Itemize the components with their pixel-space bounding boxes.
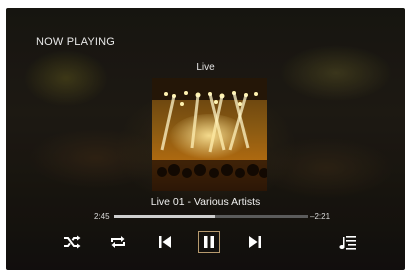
repeat-icon: [111, 236, 125, 248]
album-label: Live: [196, 62, 215, 73]
next-button[interactable]: [246, 232, 264, 252]
repeat-button[interactable]: [108, 232, 128, 252]
skip-previous-icon: [159, 236, 171, 248]
shuffle-button[interactable]: [62, 232, 82, 252]
queue-button[interactable]: [338, 232, 358, 252]
page-title: NOW PLAYING: [36, 36, 116, 48]
track-title: Live 01 - Various Artists: [150, 196, 261, 208]
seek-bar[interactable]: [114, 215, 308, 218]
elapsed-time: 2:45: [94, 212, 110, 221]
album-art: [152, 78, 267, 191]
now-playing-panel: NOW PLAYING Live Live 01 - Various Artis…: [6, 8, 405, 270]
shuffle-icon: [64, 235, 81, 249]
previous-button[interactable]: [156, 232, 174, 252]
seek-bar-fill: [114, 215, 215, 218]
pause-button[interactable]: [198, 231, 220, 253]
pause-icon: [204, 236, 214, 248]
queue-music-icon: [339, 236, 356, 250]
skip-next-icon: [249, 236, 261, 248]
remaining-time: –2:21: [310, 212, 331, 221]
